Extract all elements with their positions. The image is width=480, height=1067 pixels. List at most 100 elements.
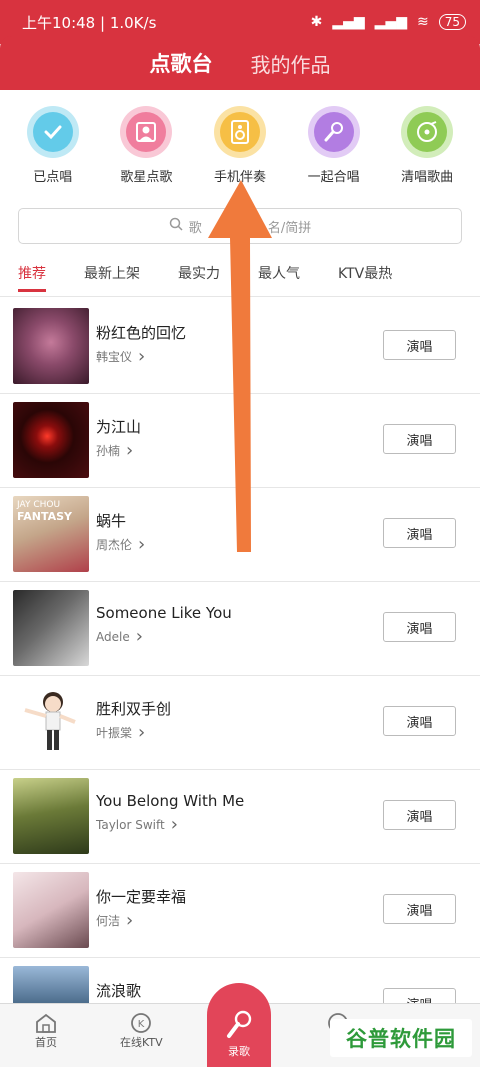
chevron-right-icon: › bbox=[170, 814, 178, 835]
speaker-circle bbox=[213, 106, 266, 158]
album-title-text: FANTASY bbox=[17, 510, 73, 523]
album-cover: JAY CHOU FANTASY bbox=[13, 496, 89, 572]
singer-icon bbox=[126, 112, 167, 152]
tab-ktv-hottest[interactable]: KTV最热 bbox=[338, 262, 392, 294]
chevron-right-icon: › bbox=[138, 721, 146, 743]
song-artist-link[interactable]: 韩宝仪 › bbox=[96, 345, 146, 367]
song-artist-link[interactable]: Adele › bbox=[96, 626, 143, 647]
song-title: 为江山 bbox=[96, 418, 142, 436]
svg-text:K: K bbox=[138, 1019, 145, 1030]
signal-icon-2: ▂▄▆ bbox=[374, 14, 407, 30]
tab-most-skilled[interactable]: 最实力 bbox=[178, 262, 220, 294]
song-artist-link[interactable]: 叶振棠 › bbox=[96, 721, 146, 743]
sing-button[interactable]: 演唱 bbox=[383, 424, 456, 454]
tab-home-label: 首页 bbox=[35, 1036, 57, 1049]
song-row[interactable]: 胜利双手创 叶振棠 › 演唱 bbox=[0, 676, 480, 770]
album-cover bbox=[13, 872, 89, 948]
quick-action-label: 歌星点歌 bbox=[120, 170, 173, 185]
search-placeholder-end: 名/简拼 bbox=[267, 220, 312, 236]
quick-action-singer[interactable]: 歌星点歌 bbox=[100, 106, 192, 186]
ktv-icon: K bbox=[131, 1013, 152, 1033]
wifi-icon: ≋ bbox=[416, 14, 429, 30]
song-row[interactable]: 为江山 孙楠 › 演唱 bbox=[0, 394, 480, 488]
microphone-circle bbox=[307, 106, 360, 158]
record-button[interactable]: 录歌 bbox=[207, 983, 271, 1067]
signal-icon: ▂▄▆ bbox=[332, 14, 365, 30]
quick-action-label: 手机伴奏 bbox=[213, 170, 266, 185]
artist-name: 韩宝仪 bbox=[96, 350, 133, 364]
artist-name: Taylor Swift bbox=[96, 818, 165, 832]
artist-name: Adele bbox=[96, 630, 130, 644]
singer-circle bbox=[120, 106, 173, 158]
quick-action-accompaniment[interactable]: 手机伴奏 bbox=[194, 106, 286, 186]
song-row[interactable]: JAY CHOU FANTASY 蜗牛 周杰伦 › 演唱 bbox=[0, 488, 480, 582]
chevron-right-icon: › bbox=[126, 909, 134, 931]
search-input[interactable]: 歌 名/简拼 bbox=[18, 208, 462, 244]
album-cover bbox=[13, 308, 89, 384]
tab-newest[interactable]: 最新上架 bbox=[84, 262, 140, 294]
song-artist-link[interactable]: Taylor Swift › bbox=[96, 814, 178, 835]
home-icon bbox=[36, 1013, 56, 1033]
tab-recommended[interactable]: 推荐 bbox=[18, 262, 46, 294]
tab-most-popular[interactable]: 最人气 bbox=[258, 262, 300, 294]
album-cover bbox=[13, 590, 89, 666]
microphone-icon bbox=[227, 1010, 252, 1038]
tab-my-works[interactable]: 我的作品 bbox=[251, 49, 331, 78]
song-title: 你一定要幸福 bbox=[96, 888, 187, 906]
song-row[interactable]: 粉红色的回忆 韩宝仪 › 演唱 bbox=[0, 300, 480, 394]
vinyl-circle bbox=[401, 106, 454, 158]
artist-name: 叶振棠 bbox=[96, 726, 133, 740]
song-artist-link[interactable]: 孙楠 › bbox=[96, 439, 134, 461]
song-title: 蜗牛 bbox=[96, 512, 127, 530]
quick-action-sung[interactable]: 已点唱 bbox=[7, 106, 99, 186]
tab-ktv-label: 在线KTV bbox=[120, 1036, 163, 1049]
tab-home[interactable]: 首页 bbox=[34, 1012, 58, 1050]
song-artist-link[interactable]: 何洁 › bbox=[96, 909, 134, 931]
sing-button[interactable]: 演唱 bbox=[383, 518, 456, 548]
song-row[interactable]: 你一定要幸福 何洁 › 演唱 bbox=[0, 864, 480, 958]
song-title: 胜利双手创 bbox=[96, 700, 172, 718]
battery-indicator: 75 bbox=[438, 14, 466, 30]
sing-button[interactable]: 演唱 bbox=[383, 894, 456, 924]
sing-button[interactable]: 演唱 bbox=[383, 800, 456, 830]
chevron-right-icon: › bbox=[135, 626, 143, 647]
header-tabs: 点歌台 我的作品 bbox=[0, 36, 480, 90]
song-list: 粉红色的回忆 韩宝仪 › 演唱 为江山 孙楠 › 演唱 JAY CHOU FANTA… bbox=[0, 300, 480, 1004]
song-title: 流浪歌 bbox=[96, 982, 142, 1000]
divider bbox=[0, 296, 480, 297]
chevron-right-icon: › bbox=[126, 439, 134, 461]
vinyl-icon bbox=[407, 112, 448, 152]
artist-name: 何洁 bbox=[96, 914, 121, 928]
album-cover bbox=[13, 402, 89, 478]
check-circle bbox=[26, 106, 79, 158]
artist-name: 孙楠 bbox=[96, 444, 121, 458]
album-cover bbox=[13, 778, 89, 854]
search-placeholder-start: 歌 bbox=[188, 220, 202, 236]
sing-button[interactable]: 演唱 bbox=[383, 988, 456, 1004]
song-row[interactable]: Someone Like You Adele › 演唱 bbox=[0, 582, 480, 676]
album-artist-text: JAY CHOU bbox=[17, 500, 61, 510]
watermark-logo: 谷普软件园 bbox=[330, 1019, 472, 1057]
chevron-right-icon: › bbox=[138, 345, 146, 367]
artist-name: 周杰伦 bbox=[96, 538, 133, 552]
album-cover bbox=[13, 966, 89, 1004]
check-icon bbox=[32, 112, 73, 152]
sing-button[interactable]: 演唱 bbox=[383, 612, 456, 642]
bluetooth-icon: ✱ bbox=[310, 14, 323, 30]
tab-song-request[interactable]: 点歌台 bbox=[150, 48, 213, 78]
quick-action-chorus[interactable]: 一起合唱 bbox=[288, 106, 380, 186]
song-title: 粉红色的回忆 bbox=[96, 324, 187, 342]
song-title: You Belong With Me bbox=[96, 792, 245, 810]
album-cover bbox=[13, 684, 89, 760]
quick-action-acapella[interactable]: 清唱歌曲 bbox=[381, 106, 473, 186]
quick-action-label: 清唱歌曲 bbox=[401, 170, 454, 185]
tab-online-ktv[interactable]: K 在线KTV bbox=[120, 1012, 163, 1050]
song-artist-link[interactable]: 周杰伦 › bbox=[96, 535, 145, 553]
sing-button[interactable]: 演唱 bbox=[383, 706, 456, 736]
quick-action-label: 已点唱 bbox=[33, 170, 73, 185]
song-row[interactable]: You Belong With Me Taylor Swift › 演唱 bbox=[0, 770, 480, 864]
speaker-icon bbox=[219, 112, 260, 152]
record-button-label: 录歌 bbox=[228, 1045, 250, 1058]
sing-button[interactable]: 演唱 bbox=[383, 330, 456, 360]
song-title: Someone Like You bbox=[96, 604, 232, 622]
